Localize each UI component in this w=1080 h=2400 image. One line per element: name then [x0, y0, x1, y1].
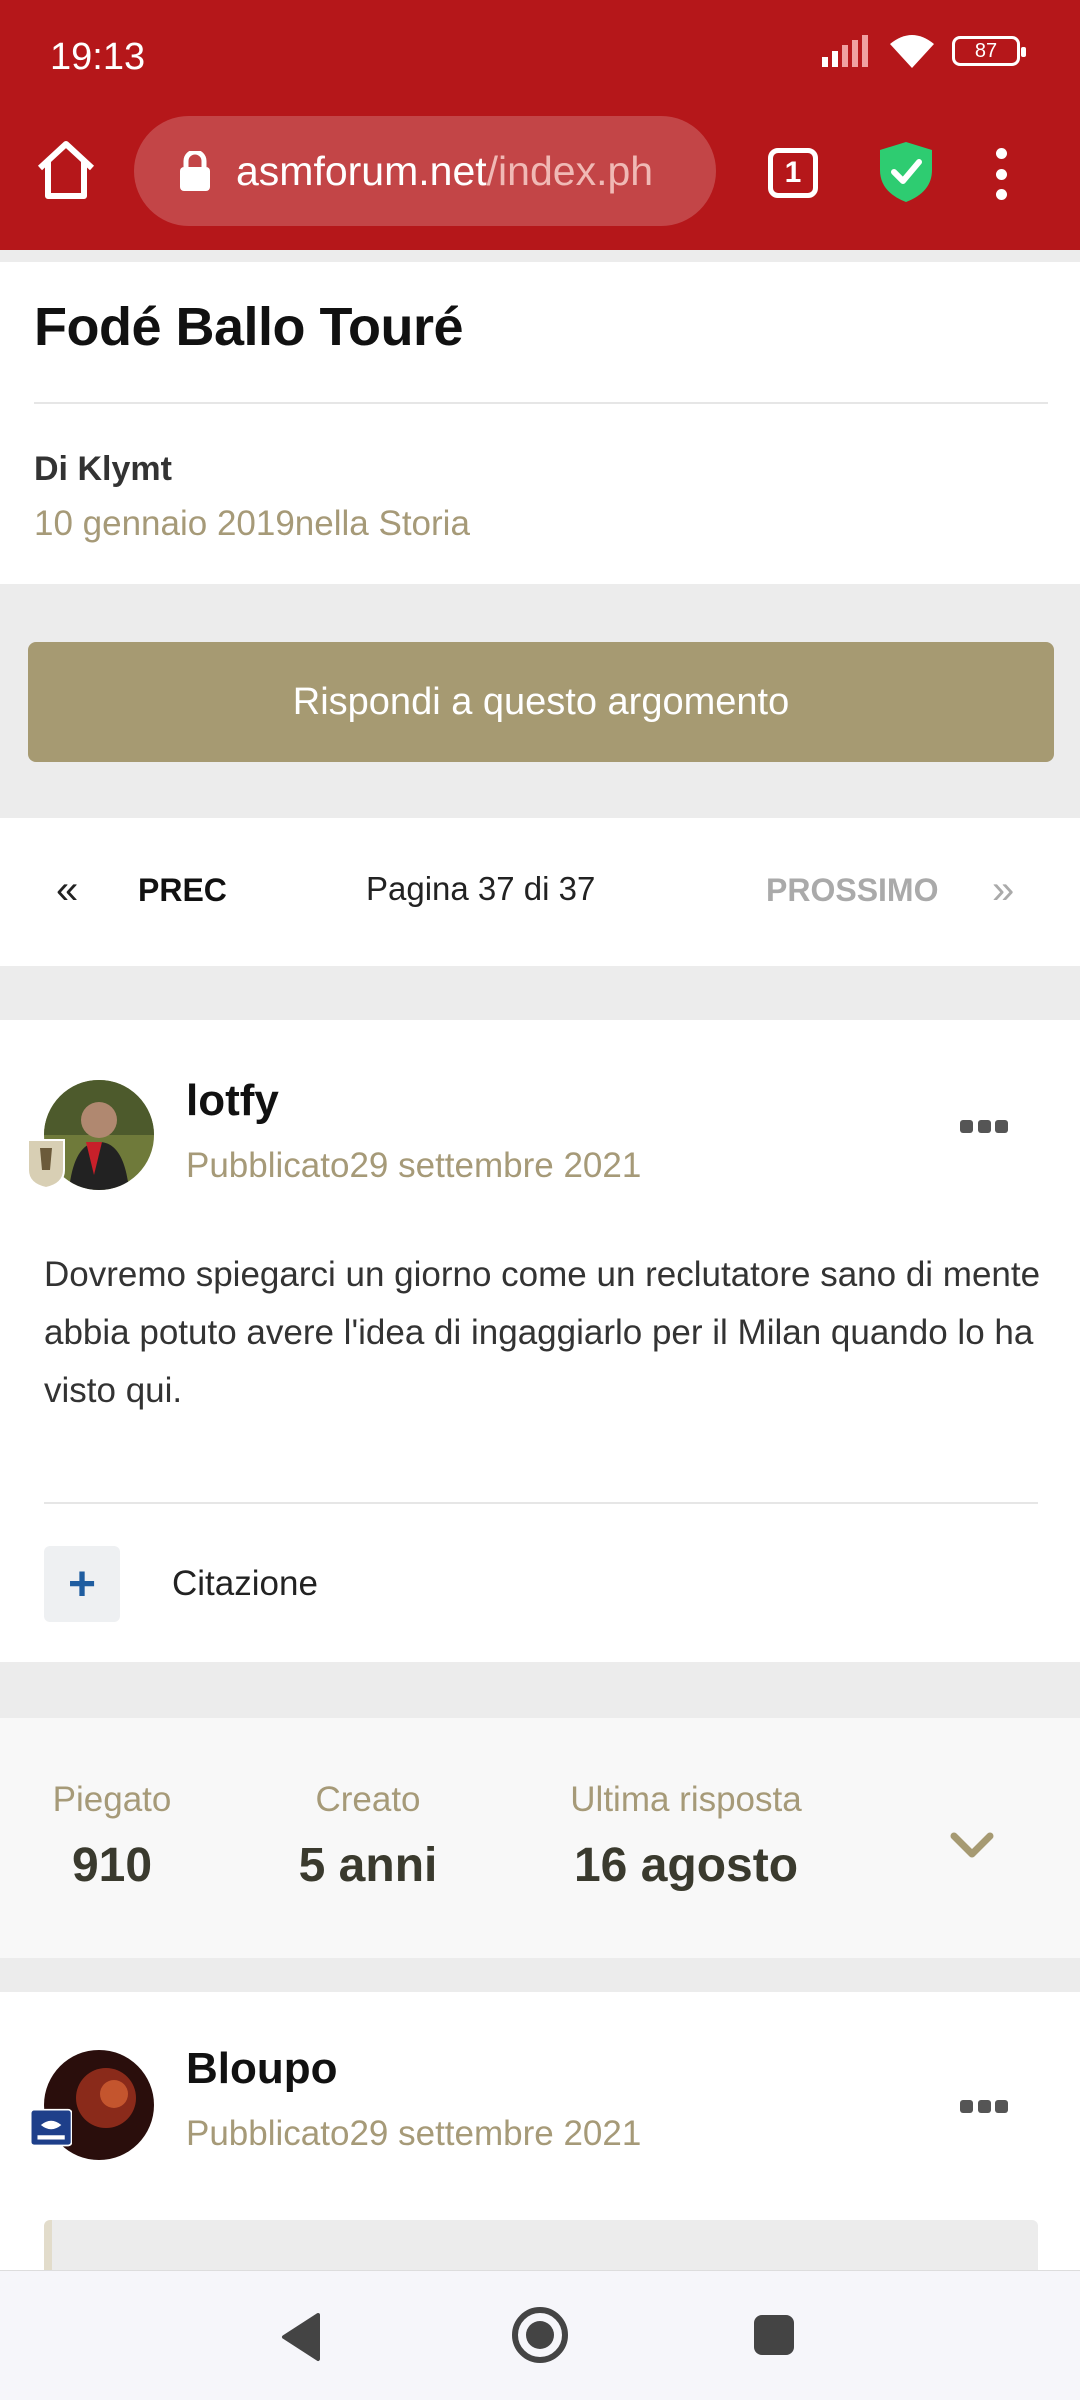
- lock-icon: [180, 151, 210, 191]
- post-date[interactable]: Pubblicato29 settembre 2021: [186, 2114, 641, 2154]
- status-time: 19:13: [50, 36, 146, 78]
- prev-page-button[interactable]: PREC: [138, 872, 227, 909]
- post-date[interactable]: Pubblicato29 settembre 2021: [186, 1146, 641, 1186]
- url-host: asmforum.net: [236, 147, 487, 194]
- post-author[interactable]: Bloupo: [186, 2044, 338, 2094]
- post-body: Dovremo spiegarci un giorno come un recl…: [44, 1255, 1041, 1410]
- back-icon[interactable]: [278, 2311, 326, 2363]
- topic-header: Fodé Ballo Touré Di Klymt 10 gennaio 201…: [0, 262, 1080, 584]
- tab-count: 1: [784, 156, 802, 189]
- topic-title: Fodé Ballo Touré: [34, 297, 464, 357]
- battery-icon: 87: [952, 36, 1026, 66]
- wifi-icon: [890, 35, 934, 68]
- divider: [44, 1502, 1038, 1504]
- status-icons: 87: [822, 34, 1026, 68]
- post-author[interactable]: lotfy: [186, 1076, 279, 1126]
- battery-level: 87: [974, 39, 998, 62]
- browser-url-row: asmforum.net/index.ph 1: [0, 112, 1080, 232]
- quote-plus-button[interactable]: +: [44, 1546, 120, 1622]
- chevron-down-icon[interactable]: [950, 1830, 994, 1860]
- recent-apps-icon[interactable]: [754, 2315, 794, 2355]
- browser-menu-button[interactable]: [986, 142, 1016, 206]
- stat-value: 5 anni: [298, 1839, 438, 1892]
- quote-label[interactable]: Citazione: [172, 1564, 318, 1604]
- signal-icon: [822, 35, 868, 67]
- stat-value: 16 agosto: [573, 1839, 799, 1892]
- stat-replies: Piegato 910: [48, 1780, 176, 1893]
- topic-stats: Piegato 910 Creato 5 anni Ultima rispost…: [0, 1718, 1080, 1958]
- reply-button[interactable]: Rispondi a questo argomento: [28, 642, 1054, 762]
- tab-switcher-button[interactable]: 1: [768, 148, 818, 198]
- post-avatar[interactable]: [27, 1080, 154, 1190]
- post: Bloupo Pubblicato29 settembre 2021: [0, 1992, 1080, 2300]
- first-page-icon[interactable]: «: [56, 868, 78, 913]
- shield-check-icon[interactable]: [878, 140, 934, 204]
- rank-badge-icon: [27, 1139, 65, 1190]
- divider: [34, 402, 1048, 404]
- topic-date-category[interactable]: 10 gennaio 2019nella Storia: [34, 504, 470, 544]
- topic-author[interactable]: Di Klymt: [34, 450, 172, 489]
- stat-value: 910: [71, 1839, 153, 1892]
- stat-label: Piegato: [52, 1780, 172, 1819]
- system-nav-bar: [0, 2270, 1080, 2400]
- stat-label: Ultima risposta: [570, 1780, 802, 1819]
- france-badge-icon: [29, 2108, 72, 2147]
- home-icon[interactable]: [30, 134, 102, 206]
- address-bar[interactable]: asmforum.net/index.ph: [134, 116, 716, 226]
- more-options-icon[interactable]: [960, 1120, 1008, 1136]
- stat-last-reply: Ultima risposta 16 agosto: [556, 1780, 816, 1893]
- home-circle-icon[interactable]: [510, 2305, 570, 2365]
- pagination: « PREC Pagina 37 di 37 PROSSIMO »: [0, 818, 1080, 966]
- next-page-button: PROSSIMO: [766, 872, 939, 908]
- more-options-icon[interactable]: [960, 2100, 1008, 2116]
- post: lotfy Pubblicato29 settembre 2021 Dovrem…: [0, 1020, 1080, 1662]
- status-bar: 19:13 87: [0, 0, 1080, 110]
- browser-top-bar: 19:13 87 asmforum.net/index.ph 1: [0, 0, 1080, 250]
- stat-created: Creato 5 anni: [280, 1780, 456, 1893]
- stat-label: Creato: [315, 1780, 421, 1819]
- url-path: /index.ph: [486, 147, 654, 194]
- page-indicator[interactable]: Pagina 37 di 37: [366, 870, 595, 908]
- post-avatar[interactable]: [29, 2050, 154, 2160]
- url-text: asmforum.net/index.ph: [236, 148, 653, 195]
- last-page-icon: »: [992, 868, 1015, 912]
